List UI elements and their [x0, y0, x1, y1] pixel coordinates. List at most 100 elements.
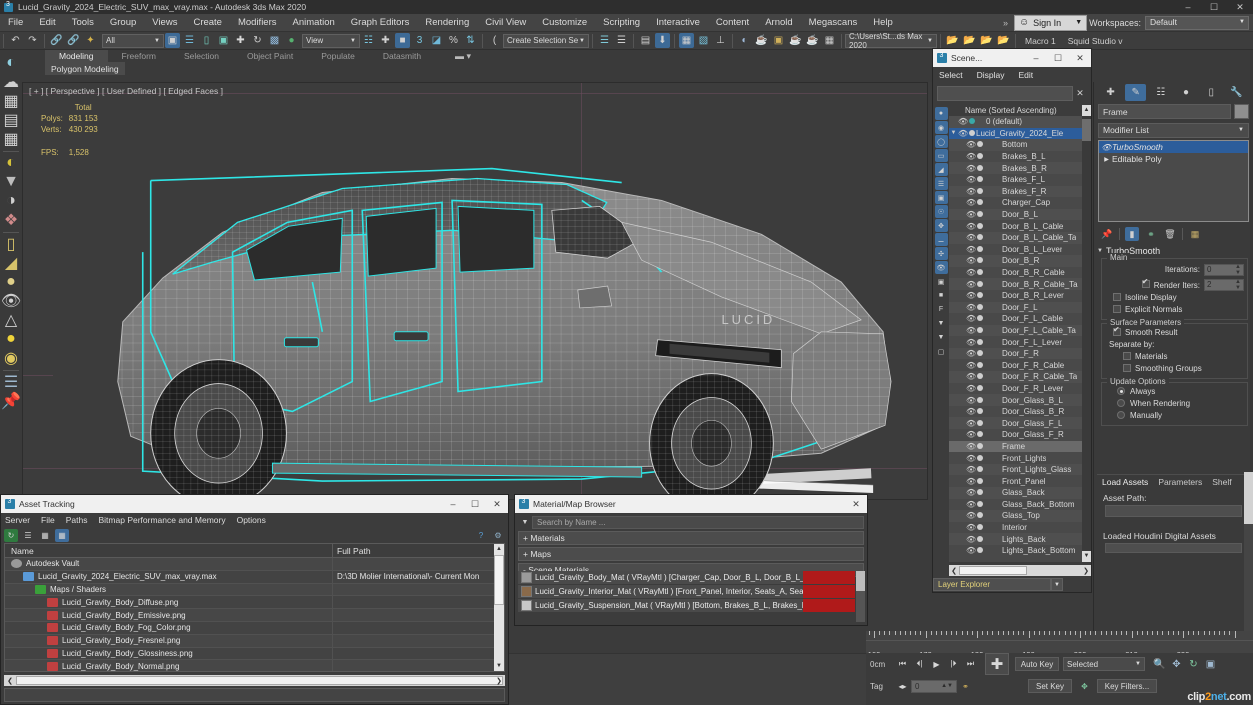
scene-explorer-icon[interactable]: ⬇ — [655, 33, 670, 48]
scene-node[interactable]: 👁 Door_F_L_Cable_Ta — [949, 324, 1091, 337]
select-object-icon[interactable]: ▣ — [165, 33, 180, 48]
visibility-eye-icon[interactable]: 👁 — [966, 233, 976, 242]
thumbnail-view-icon[interactable]: ▦ — [38, 529, 52, 542]
open-asset-tracking-icon[interactable]: ▦ — [822, 33, 837, 48]
filter-geometry-icon[interactable]: ◉ — [934, 121, 948, 134]
object-dot-icon[interactable] — [975, 140, 984, 149]
render-iterative-icon[interactable]: ☕ — [805, 33, 820, 48]
houdini-tab-parameters[interactable]: Parameters — [1153, 475, 1207, 489]
selection-filter-select[interactable]: All ▼ — [102, 33, 164, 48]
visibility-eye-icon[interactable]: 👁 — [966, 500, 976, 509]
object-dot-icon[interactable] — [975, 338, 984, 347]
menu-item-modifiers[interactable]: Modifiers — [230, 14, 285, 32]
manually-radio[interactable] — [1117, 411, 1125, 419]
object-dot-icon[interactable] — [975, 314, 984, 323]
scroll-thumb[interactable] — [1082, 119, 1091, 141]
object-dot-icon[interactable] — [975, 152, 984, 161]
tab-hierarchy[interactable]: ☷ — [1150, 84, 1171, 101]
object-dot-icon[interactable] — [975, 396, 984, 405]
visibility-eye-icon[interactable]: 👁 — [966, 268, 976, 277]
ribbon-minimize-icon[interactable]: ▬ ▾ — [455, 51, 471, 62]
filter-lights-icon[interactable]: ◢ — [934, 163, 948, 176]
vray-ies-icon[interactable]: ▼ — [3, 173, 20, 190]
chevron-down-icon[interactable]: ▼ — [1051, 578, 1063, 591]
isoline-display-checkbox[interactable] — [1113, 293, 1121, 301]
object-dot-icon[interactable] — [975, 175, 984, 184]
bind-space-warp-icon[interactable]: ✦ — [83, 33, 98, 48]
percent-snap-icon[interactable]: % — [446, 33, 461, 48]
scene-explorer-list[interactable]: Name (Sorted Ascending) 👁 0 (default) ▼ 👁 Lu… — [949, 105, 1091, 562]
visibility-eye-icon[interactable]: 👁 — [966, 361, 976, 370]
object-name-field[interactable]: Frame — [1098, 104, 1231, 119]
material-browser-close-button[interactable]: ✕ — [845, 499, 867, 510]
scene-explorer-window[interactable]: Scene... – ☐ ✕ Select Display Edit ✕ ● ◉… — [932, 48, 1092, 593]
asset-menu-server[interactable]: Server — [5, 515, 30, 525]
list-view-icon[interactable]: ☰ — [21, 529, 35, 542]
snaps-toggle-icon[interactable]: 3 — [412, 33, 427, 48]
scene-node[interactable]: 👁 0 (default) — [949, 116, 1091, 128]
object-dot-icon[interactable] — [975, 291, 984, 300]
mirror-geometry-icon[interactable]: ☰ — [597, 33, 612, 48]
object-dot-icon[interactable] — [975, 442, 984, 451]
visibility-eye-icon[interactable]: 👁 — [966, 488, 976, 497]
menu-item-content[interactable]: Content — [708, 14, 757, 32]
goto-end-button[interactable]: ⏭ — [962, 657, 979, 672]
scene-node[interactable]: 👁 Brakes_F_L — [949, 174, 1091, 186]
hscroll-thumb[interactable] — [16, 676, 503, 685]
visibility-eye-icon[interactable]: 👁 — [958, 117, 968, 126]
material-search-input[interactable]: Search by Name ... — [532, 515, 864, 529]
visibility-eye-icon[interactable]: 👁 — [966, 407, 976, 416]
object-dot-icon[interactable] — [975, 430, 984, 439]
scene-node[interactable]: ▼ 👁 Lucid_Gravity_2024_Ele — [949, 127, 1091, 140]
object-dot-icon[interactable] — [975, 523, 984, 532]
menu-item-civil-view[interactable]: Civil View — [477, 14, 534, 32]
scene-node[interactable]: 👁 Front_Lights_Glass — [949, 463, 1091, 476]
vray-plane-icon[interactable]: ▯ — [3, 235, 20, 253]
visibility-eye-icon[interactable]: 👁 — [966, 245, 976, 254]
spinner-arrows-icon[interactable]: ▲▼ — [1235, 264, 1241, 276]
auto-key-button[interactable]: Auto Key — [1015, 657, 1059, 671]
menu-item-arnold[interactable]: Arnold — [757, 14, 800, 32]
materials-row[interactable]: Materials — [1105, 350, 1244, 362]
project-folder-select[interactable]: C:\Users\St...ds Max 2020 ▼ — [845, 32, 937, 50]
scene-menu-edit[interactable]: Edit — [1019, 70, 1034, 80]
menu-item-scripting[interactable]: Scripting — [595, 14, 648, 32]
visibility-eye-icon[interactable]: 👁 — [966, 442, 976, 451]
scene-node[interactable]: 👁 Lights_Back — [949, 533, 1091, 545]
filter-spacewarps-icon[interactable]: ▣ — [934, 191, 948, 204]
visibility-eye-icon[interactable]: 👁 — [966, 349, 976, 358]
asset-tracking-window[interactable]: Asset Tracking – ☐ ✕ Server File Paths B… — [0, 494, 509, 705]
angle-snap-icon[interactable]: ◪ — [429, 33, 444, 48]
current-frame-spinner[interactable]: 0 ▲▼ — [911, 679, 957, 693]
asset-menu-options[interactable]: Options — [237, 515, 266, 525]
help-icon[interactable]: ? — [474, 529, 488, 542]
search-options-icon[interactable]: ▼ — [518, 519, 532, 526]
spinner-arrows-icon[interactable]: ▲▼ — [941, 683, 953, 689]
scene-node[interactable]: 👁 Door_B_R_Cable_Ta — [949, 278, 1091, 290]
unlink-icon[interactable]: 🔗 — [66, 33, 81, 48]
object-dot-icon[interactable] — [975, 222, 984, 231]
smooth-result-checkbox[interactable] — [1113, 325, 1121, 336]
filter-groups-icon[interactable]: ☉ — [934, 205, 948, 218]
filter-camera2-icon[interactable]: ▢ — [935, 345, 948, 358]
visibility-eye-icon[interactable]: 👁 — [966, 187, 976, 196]
scroll-down-icon[interactable]: ▼ — [1082, 551, 1091, 562]
tab-motion[interactable]: ● — [1176, 84, 1197, 101]
expand-arrow-icon[interactable]: ▼ — [949, 130, 958, 136]
key-mode-toggle[interactable]: ◂▸ — [894, 679, 911, 694]
scene-explorer-minimize-button[interactable]: – — [1025, 53, 1047, 63]
object-dot-icon[interactable] — [975, 245, 984, 254]
edit-named-selection-icon[interactable]: ( — [487, 33, 502, 48]
pin-icon[interactable]: 📌 — [1, 392, 21, 410]
render-iters-checkbox[interactable] — [1141, 277, 1150, 288]
visibility-eye-icon[interactable]: 👁 — [966, 419, 976, 428]
rectangular-selection-icon[interactable]: ▯ — [199, 33, 214, 48]
table-row[interactable]: Lucid_Gravity_Body_Normal.png — [5, 660, 504, 671]
scene-node[interactable]: 👁 Bottom — [949, 139, 1091, 151]
vray-dome-icon[interactable]: ◢ — [3, 254, 20, 272]
filter-hidden-icon[interactable]: 👁 — [934, 261, 948, 274]
visibility-eye-icon[interactable]: 👁 — [966, 303, 976, 312]
table-row[interactable]: Maps / Shaders — [5, 583, 504, 597]
modifier-stack-item-turbosmooth[interactable]: 👁 TurboSmooth — [1099, 141, 1248, 153]
when-rendering-radio[interactable] — [1117, 399, 1125, 407]
